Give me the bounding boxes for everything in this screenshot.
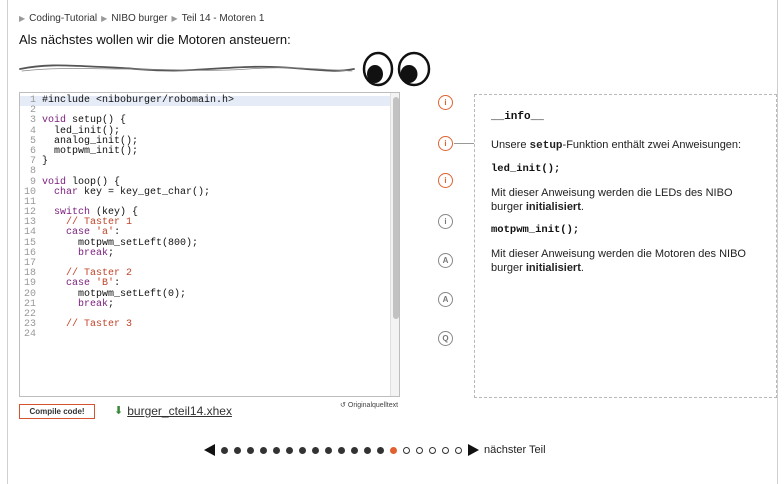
question-note-icon[interactable]: Q xyxy=(438,331,453,346)
original-source-link[interactable]: ↺ Originalquelltext xyxy=(340,401,398,410)
code-token: } xyxy=(42,156,49,168)
page-dot[interactable] xyxy=(260,446,267,454)
info-note-icon[interactable]: i xyxy=(438,136,453,151)
page-dot[interactable] xyxy=(455,446,462,454)
editor-scroll-thumb[interactable] xyxy=(393,97,399,319)
page-dot[interactable] xyxy=(442,446,449,454)
info-code-motpwm-init: motpwm_init(); xyxy=(491,224,580,236)
page-dot[interactable] xyxy=(403,446,410,454)
page-dot[interactable] xyxy=(273,446,280,454)
code-content[interactable]: 1 #include <niboburger/robomain.h> 2 3 void … xyxy=(20,95,391,341)
editor-scrollbar[interactable] xyxy=(390,93,399,396)
breadcrumb-separator: ▶ xyxy=(171,14,178,23)
pagination: nächster Teil xyxy=(204,444,546,456)
line-number: 8 xyxy=(29,166,36,178)
info-note-icon[interactable]: i xyxy=(438,214,453,229)
original-source-label[interactable]: Originalquelltext xyxy=(348,402,398,409)
code-token: // Taster 3 xyxy=(42,319,133,331)
page-dot[interactable] xyxy=(286,446,293,454)
previous-arrow-icon[interactable] xyxy=(204,444,215,456)
annotation-connector xyxy=(454,143,474,144)
code-token: motpwm_init(); xyxy=(42,145,139,157)
download-link[interactable]: burger_cteil14.xhex xyxy=(127,404,232,418)
breadcrumb: ▶ Coding-Tutorial ▶ NIBO burger ▶ Teil 1… xyxy=(19,13,264,24)
breadcrumb-item-current: Teil 14 - Motoren 1 xyxy=(181,13,265,24)
page-dot[interactable] xyxy=(390,446,397,454)
page-dot[interactable] xyxy=(312,446,319,454)
page-dot[interactable] xyxy=(416,446,423,454)
code-line[interactable]: 21 break; xyxy=(20,298,391,310)
info-code-led-init: led_init(); xyxy=(491,163,561,175)
info-paragraph: Unsere setup-Funktion enthält zwei Anwei… xyxy=(491,139,742,152)
code-line[interactable]: 23 // Taster 3 xyxy=(20,319,391,331)
page-dot[interactable] xyxy=(221,446,228,454)
page-dot[interactable] xyxy=(351,446,358,454)
page-dot[interactable] xyxy=(247,446,254,454)
code-token: char xyxy=(54,186,79,198)
breadcrumb-item-nibo-burger[interactable]: NIBO burger xyxy=(111,13,167,24)
page-dot[interactable] xyxy=(429,446,436,454)
download-link-group[interactable]: ⬇ burger_cteil14.xhex xyxy=(114,404,232,418)
answer-note-icon[interactable]: A xyxy=(438,253,453,268)
info-panel: __info__ Unsere setup-Funktion enthält z… xyxy=(474,94,777,398)
code-line[interactable]: 8 xyxy=(20,167,391,177)
breadcrumb-separator: ▶ xyxy=(101,14,108,23)
page-dot[interactable] xyxy=(364,446,371,454)
page-dot[interactable] xyxy=(377,446,384,454)
intro-text: Als nächstes wollen wir die Motoren anst… xyxy=(19,32,291,47)
code-token: #include <niboburger/robomain.h> xyxy=(42,95,235,106)
compile-button[interactable]: Compile code! xyxy=(19,404,95,419)
code-line[interactable]: 16 break; xyxy=(20,247,391,259)
answer-note-icon[interactable]: A xyxy=(438,292,453,307)
code-token: ; xyxy=(108,247,115,259)
page-frame-left xyxy=(7,0,8,484)
page-dots xyxy=(221,446,462,454)
code-editor[interactable]: 1 #include <niboburger/robomain.h> 2 3 void … xyxy=(19,92,400,397)
breadcrumb-separator: ▶ xyxy=(19,14,26,23)
info-note-icon[interactable]: i xyxy=(438,95,453,110)
code-token: key = key_get_char(); xyxy=(78,186,211,198)
code-line[interactable]: 1 #include <niboburger/robomain.h> xyxy=(20,95,391,107)
info-paragraph: Mit dieser Anweisung werden die LEDs des… xyxy=(491,187,733,213)
page-dot[interactable] xyxy=(325,446,332,454)
code-line[interactable]: 7} xyxy=(20,156,391,168)
info-title: __info__ xyxy=(491,111,544,123)
page-dot[interactable] xyxy=(338,446,345,454)
download-icon[interactable]: ⬇ xyxy=(114,405,123,417)
code-line[interactable]: 6 motpwm_init(); xyxy=(20,145,391,157)
info-note-icon[interactable]: i xyxy=(438,173,453,188)
next-arrow-icon[interactable] xyxy=(468,444,479,456)
revert-icon[interactable]: ↺ xyxy=(340,401,346,409)
code-token: break xyxy=(78,298,109,310)
page-frame-right xyxy=(777,0,778,484)
page-dot[interactable] xyxy=(299,446,306,454)
squiggle-divider xyxy=(19,64,355,72)
breadcrumb-item-coding-tutorial[interactable]: Coding-Tutorial xyxy=(29,13,97,24)
code-token: break xyxy=(78,247,109,259)
code-line[interactable]: 10 char key = key_get_char(); xyxy=(20,186,391,198)
line-number: 24 xyxy=(23,329,36,341)
page-dot[interactable] xyxy=(234,446,241,454)
code-token: ; xyxy=(108,298,115,310)
info-paragraph: Mit dieser Anweisung werden die Motoren … xyxy=(491,248,746,274)
code-line[interactable]: 24 xyxy=(20,330,391,340)
next-part-link[interactable]: nächster Teil xyxy=(484,444,546,456)
mascot-eyes-icon xyxy=(362,51,431,87)
